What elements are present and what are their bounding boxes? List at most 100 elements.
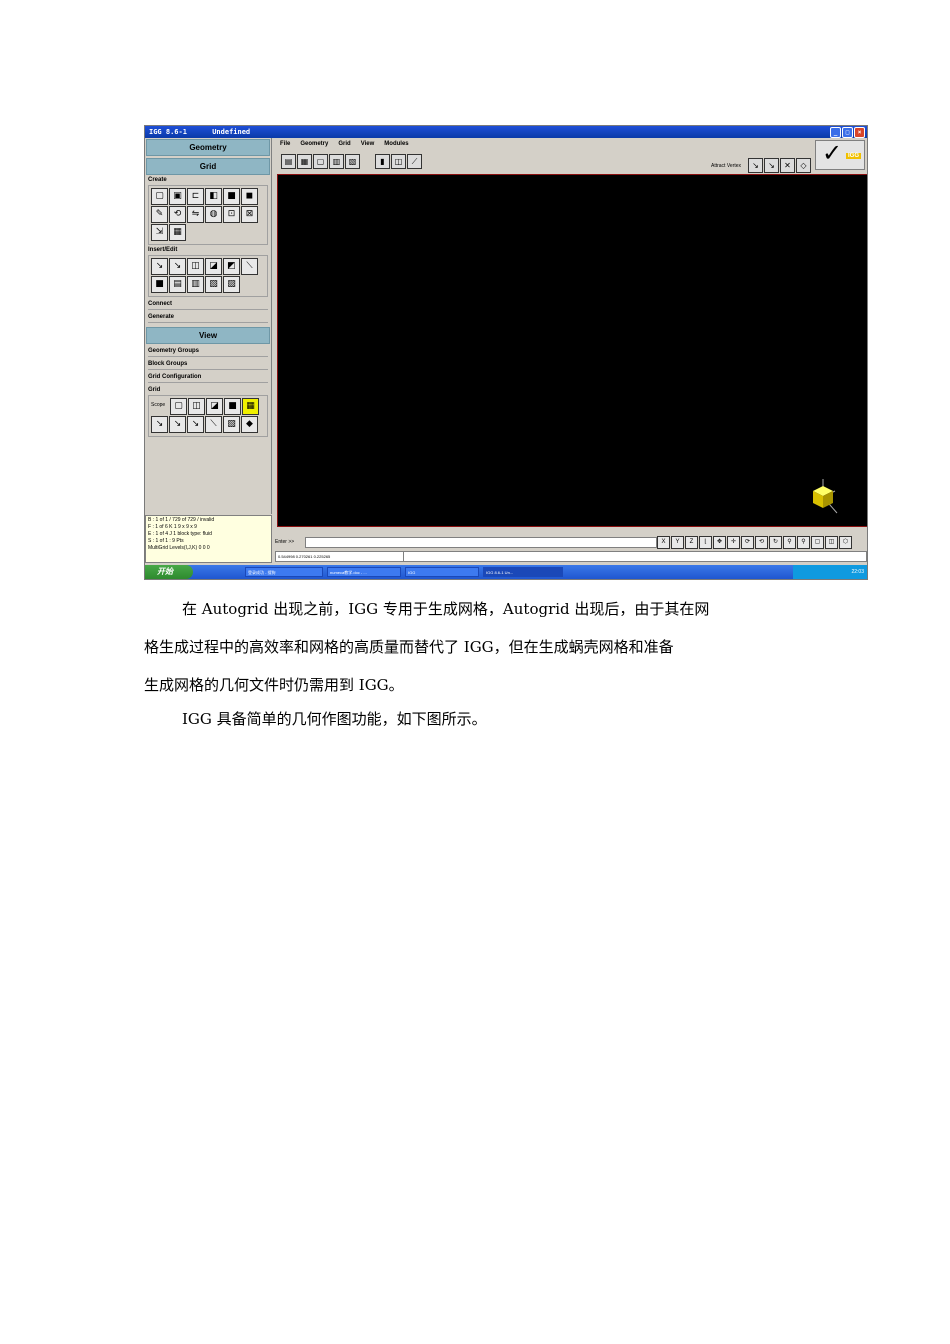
message-field	[403, 551, 867, 562]
view-header[interactable]: View	[146, 327, 270, 344]
paragraph-1: 在 Autogrid 出现之前，IGG 专用于生成网格，Autogrid 出现后…	[144, 590, 814, 704]
menu-file[interactable]: File	[280, 139, 290, 149]
create-grid-icon[interactable]: ▦	[169, 224, 186, 241]
close-icon[interactable]: ×	[854, 127, 865, 138]
view-line2-icon[interactable]: ↘	[169, 416, 186, 433]
pan-icon[interactable]: ✥	[713, 536, 726, 549]
scope-solid-icon[interactable]: ■	[224, 398, 241, 415]
system-tray: 22:03	[793, 565, 867, 579]
save-icon[interactable]: ▦	[297, 154, 312, 169]
grid-configuration-section[interactable]: Grid Configuration	[148, 374, 268, 383]
task-item[interactable]: 登录成功 - 搜狗	[245, 567, 323, 577]
start-button[interactable]: 开始	[145, 565, 193, 579]
grid-header[interactable]: Grid	[146, 158, 270, 175]
zoom-out-icon[interactable]: ⚲	[797, 536, 810, 549]
maximize-icon[interactable]: □	[842, 127, 853, 138]
status-line: MultiGrid Levels(I,J,K) 0 0 0	[148, 545, 210, 551]
attract-line-icon[interactable]: ↘	[748, 158, 763, 173]
create-edit-icon[interactable]: ✎	[151, 206, 168, 223]
menu-bar: File Geometry Grid View Modules	[277, 139, 865, 149]
create-face-icon[interactable]: ⊏	[187, 188, 204, 205]
grid-view-tools: Scope ▢ ◫ ◪ ■ ▦ ↘ ↘ ↘ ⟍ ▧ ◆	[148, 395, 268, 437]
task-item[interactable]: IGG 8.6-1 Un...	[483, 567, 563, 577]
logo-check-icon: ✓	[822, 139, 843, 167]
insert-block2-icon[interactable]: ◪	[205, 258, 222, 275]
insert-point2-icon[interactable]: ↘	[169, 258, 186, 275]
box-icon[interactable]: ◫	[825, 536, 838, 549]
open-icon[interactable]: ▤	[281, 154, 296, 169]
create-block-icon[interactable]: ▢	[151, 188, 168, 205]
view-line-icon[interactable]: ↘	[151, 416, 168, 433]
task-item[interactable]: IGG	[405, 567, 479, 577]
create-face2-icon[interactable]: ◧	[205, 188, 222, 205]
chart-icon[interactable]: ▮	[375, 154, 390, 169]
zoom-in-icon[interactable]: ⚲	[783, 536, 796, 549]
rotate-icon[interactable]: ⟳	[741, 536, 754, 549]
menu-view[interactable]: View	[361, 139, 375, 149]
insert-line-icon[interactable]: ⟍	[241, 258, 258, 275]
attract-vertex-label: Attract Vertex	[711, 163, 742, 169]
frame-icon[interactable]: ▢	[811, 536, 824, 549]
create-cross-icon[interactable]: ⊠	[241, 206, 258, 223]
command-input[interactable]	[305, 537, 657, 548]
attract-cross-icon[interactable]: ✕	[780, 158, 795, 173]
view-line3-icon[interactable]: ↘	[187, 416, 204, 433]
view-z-button[interactable]: Z	[685, 536, 698, 549]
edit-block-icon[interactable]: ■	[151, 276, 168, 293]
create-frame-icon[interactable]: ⊡	[223, 206, 240, 223]
view-diamond-icon[interactable]: ◆	[241, 416, 258, 433]
create-solid-icon[interactable]: ■	[223, 188, 240, 205]
edit-block2-icon[interactable]: ▤	[169, 276, 186, 293]
insert-block3-icon[interactable]: ◩	[223, 258, 240, 275]
attract-line2-icon[interactable]: ↘	[764, 158, 779, 173]
block-groups-section[interactable]: Block Groups	[148, 361, 268, 370]
new-icon[interactable]: ▢	[313, 154, 328, 169]
geometry-header[interactable]: Geometry	[146, 139, 270, 156]
taskbar: 开始 登录成功 - 搜狗 numeca教学.doc - ... IGG IGG …	[145, 565, 867, 579]
edit-merge-icon[interactable]: ▨	[223, 276, 240, 293]
connect-section[interactable]: Connect	[148, 301, 268, 310]
scope-active-icon[interactable]: ▦	[242, 398, 259, 415]
generate-section[interactable]: Generate	[148, 314, 268, 323]
scope-label: Scope	[151, 402, 166, 408]
insert-block-icon[interactable]: ◫	[187, 258, 204, 275]
status-line: F : 1 of 6 K 1 9 x 9 x 9	[148, 524, 197, 530]
fit-icon[interactable]: ⌊	[699, 536, 712, 549]
menu-geometry[interactable]: Geometry	[300, 139, 328, 149]
edit-split2-icon[interactable]: ▧	[205, 276, 222, 293]
igg-logo: ✓ IGG	[815, 139, 865, 170]
rotate2-icon[interactable]: ⟲	[755, 536, 768, 549]
task-item[interactable]: numeca教学.doc - ...	[327, 567, 401, 577]
geometry-groups-section[interactable]: Geometry Groups	[148, 348, 268, 357]
draw-icon[interactable]: ⟋	[407, 154, 422, 169]
insert-point-icon[interactable]: ↘	[151, 258, 168, 275]
create-block2-icon[interactable]: ▣	[169, 188, 186, 205]
create-mirror-icon[interactable]: ⇋	[187, 206, 204, 223]
create-solid2-icon[interactable]: ◼	[241, 188, 258, 205]
move-icon[interactable]: ✛	[727, 536, 740, 549]
import-icon[interactable]: ▥	[329, 154, 344, 169]
grid-quality-icon[interactable]: ◫	[391, 154, 406, 169]
scope-block-icon[interactable]: ▢	[170, 398, 187, 415]
menu-modules[interactable]: Modules	[384, 139, 408, 149]
scope-block2-icon[interactable]: ◫	[188, 398, 205, 415]
minimize-icon[interactable]: _	[830, 127, 841, 138]
edit-split-icon[interactable]: ▥	[187, 276, 204, 293]
export-icon[interactable]: ▧	[345, 154, 360, 169]
create-sphere-icon[interactable]: ◍	[205, 206, 222, 223]
scope-block3-icon[interactable]: ◪	[206, 398, 223, 415]
graphics-viewport[interactable]	[277, 174, 867, 527]
create-import-icon[interactable]: ⇲	[151, 224, 168, 241]
create-rotate-icon[interactable]: ⟲	[169, 206, 186, 223]
rotate3-icon[interactable]: ↻	[769, 536, 782, 549]
coordinates-readout: 0.544998 0.270261 0.225265	[275, 551, 404, 562]
view-line4-icon[interactable]: ⟍	[205, 416, 222, 433]
view-mesh-icon[interactable]: ▧	[223, 416, 240, 433]
status-panel: B : 1 of 1 / 729 of 729 / invalid F : 1 …	[145, 515, 272, 563]
iso-icon[interactable]: ⬡	[839, 536, 852, 549]
menu-grid[interactable]: Grid	[338, 139, 350, 149]
paragraph-1-line: 生成网格的几何文件时仍需用到 IGG。	[144, 676, 404, 694]
view-x-button[interactable]: X	[657, 536, 670, 549]
view-y-button[interactable]: Y	[671, 536, 684, 549]
attract-vertex-icon[interactable]: ◇	[796, 158, 811, 173]
